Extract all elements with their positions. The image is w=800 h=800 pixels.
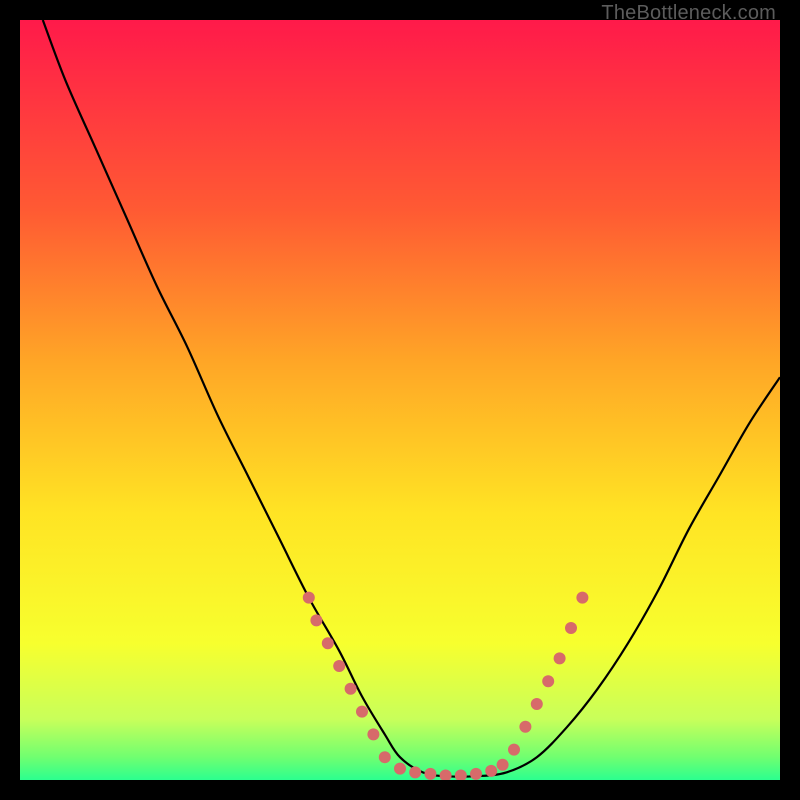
plot-area bbox=[20, 20, 780, 780]
background-gradient bbox=[20, 20, 780, 780]
chart-frame bbox=[20, 20, 780, 780]
